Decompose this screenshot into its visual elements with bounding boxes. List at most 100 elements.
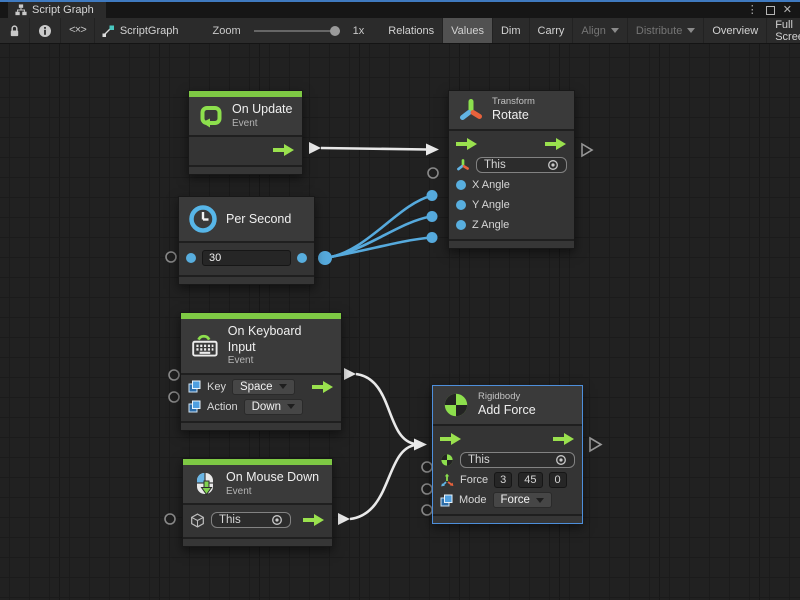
zoom-slider[interactable] [254,25,340,37]
unconnected-output-ports[interactable] [582,144,601,451]
zoom-label: Zoom [207,25,247,37]
node-mouse-down[interactable]: On Mouse Down Event This [182,458,333,547]
node-rotate[interactable]: Transform Rotate This [448,90,575,249]
tab-strip: Script Graph ⋮ ✕ [0,2,800,18]
node-add-force[interactable]: Rigidbody Add Force This [432,385,583,524]
clock-icon [188,204,218,234]
window-menu-icon[interactable]: ⋮ [747,5,758,16]
action-value: Down [252,401,281,413]
value-port[interactable] [456,220,466,230]
node-category: Rigidbody [478,391,536,403]
graph-canvas[interactable]: On Update Event Transform Rotate [0,44,800,600]
force-label: Force [460,474,488,486]
force-y-field[interactable]: 45 [518,472,542,488]
relations-button[interactable]: Relations [380,18,443,43]
action-label: Action [207,401,238,413]
node-footer [183,539,332,546]
enum-icon [188,400,201,413]
tab-title: Script Graph [32,4,94,16]
this-field[interactable]: This [476,157,567,173]
node-category: Transform [492,96,535,108]
keyboard-icon [190,332,220,360]
per-second-value-field[interactable]: 30 [202,250,291,266]
zoom-slider-track [254,30,340,32]
flow-input-port[interactable] [456,138,478,150]
full-screen-button[interactable]: Full Screen [767,18,800,43]
this-value: This [484,159,506,171]
value-input-port[interactable] [186,253,196,263]
target-picker-icon[interactable] [271,514,283,526]
node-footer [179,277,314,284]
node-on-update[interactable]: On Update Event [188,90,303,175]
port-row-y-angle[interactable]: Y Angle [449,195,574,215]
relations-label: Relations [388,25,434,37]
this-value: This [219,514,241,526]
node-title: Per Second [226,212,291,226]
graph-toolbar: <×> ScriptGraph Zoom 1x Relations Values… [0,18,800,44]
rigidbody-icon [440,453,454,467]
flow-output-port[interactable] [553,433,575,445]
mode-value: Force [501,494,530,506]
node-subtitle: Event [226,486,319,499]
mode-dropdown[interactable]: Force [493,492,552,508]
port-label: X Angle [472,179,510,191]
node-title: Add Force [478,403,536,419]
flow-input-port[interactable] [440,433,462,445]
port-label: Y Angle [472,199,510,211]
flow-output-port[interactable] [273,144,295,156]
key-dropdown[interactable]: Space [232,379,295,395]
info-button[interactable] [30,18,61,43]
lock-button[interactable] [0,18,30,43]
rigidbody-icon [442,391,470,419]
this-field[interactable]: This [211,512,291,528]
tab-script-graph[interactable]: Script Graph [8,2,106,18]
mouse-down-icon [192,471,218,497]
port-label: Z Angle [472,219,509,231]
graph-name[interactable]: ScriptGraph [95,24,189,38]
target-picker-icon[interactable] [547,159,559,171]
overview-button[interactable]: Overview [704,18,767,43]
gameobject-cube-icon [190,513,205,528]
key-label: Key [207,381,226,393]
zoom-slider-handle[interactable] [330,26,340,36]
action-dropdown[interactable]: Down [244,399,303,415]
connection-persecond-angles[interactable] [318,190,438,265]
zoom-control: Zoom 1x [189,25,381,37]
values-button[interactable]: Values [443,18,493,43]
target-picker-icon[interactable] [555,454,567,466]
flow-output-port[interactable] [545,138,567,150]
value-port[interactable] [456,200,466,210]
node-footer [449,241,574,248]
node-keyboard-input[interactable]: On Keyboard Input Event Key Space [180,312,342,431]
code-view-button[interactable]: <×> [61,18,95,43]
align-button[interactable]: Align [573,18,627,43]
flow-output-port[interactable] [303,514,325,526]
flow-output-port[interactable] [312,381,334,393]
carry-button[interactable]: Carry [530,18,574,43]
window-close-icon[interactable]: ✕ [783,5,792,16]
this-value: This [468,454,490,466]
full-screen-label: Full Screen [775,19,800,43]
force-z-field[interactable]: 0 [549,472,567,488]
node-per-second[interactable]: Per Second 30 [178,196,315,285]
value-output-port[interactable] [297,253,307,263]
vector3-icon [440,473,454,487]
dim-button[interactable]: Dim [493,18,530,43]
node-footer [189,167,302,174]
this-field[interactable]: This [460,452,575,468]
update-loop-icon [198,103,224,129]
node-subtitle: Event [232,118,292,131]
script-graph-icon [101,24,115,38]
port-row-z-angle[interactable]: Z Angle [449,215,574,235]
chevron-down-icon [287,404,295,409]
code-icon: <×> [69,25,86,37]
connection-keyboard-addforce[interactable] [344,368,415,444]
connection-mousedown-addforce[interactable] [338,439,427,526]
window-maximize-icon[interactable] [766,6,775,15]
overview-label: Overview [712,25,758,37]
value-port[interactable] [456,180,466,190]
port-row-x-angle[interactable]: X Angle [449,175,574,195]
distribute-button[interactable]: Distribute [628,18,704,43]
force-x-field[interactable]: 3 [494,472,512,488]
connection-onupdate-rotate[interactable] [309,142,439,156]
